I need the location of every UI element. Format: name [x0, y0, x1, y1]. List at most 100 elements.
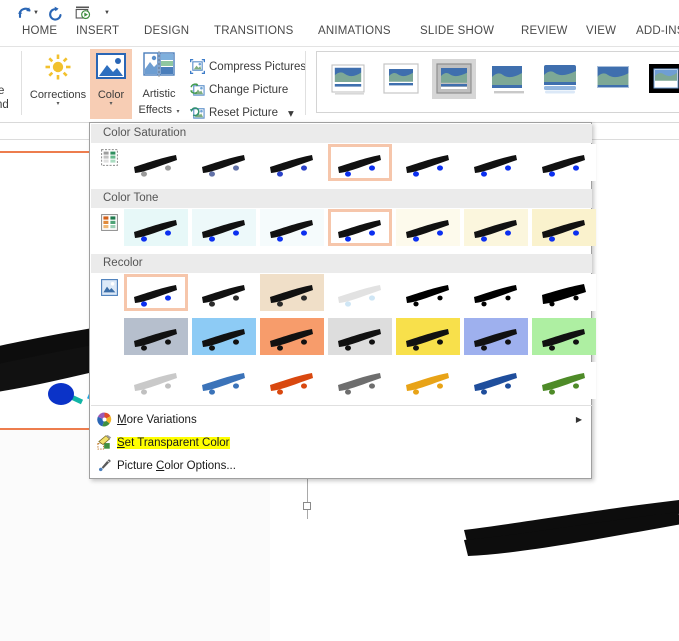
skateboard-thumbnail-icon	[260, 209, 324, 246]
tab-add-ins[interactable]: ADD-INS	[636, 25, 679, 47]
picture-style-thumbnail-icon	[538, 59, 582, 99]
picture-style-beveled-matte-white[interactable]	[379, 59, 423, 99]
color-tone-thumb-3-selected[interactable]	[328, 209, 392, 246]
picture-style-soft-edge-rectangle[interactable]	[591, 59, 635, 99]
tab-slide-show[interactable]: SLIDE SHOW	[420, 25, 494, 47]
change-picture-button[interactable]: Change Picture	[190, 79, 288, 100]
skateboard-picture-2[interactable]	[464, 500, 679, 560]
picture-color-options-icon	[91, 458, 117, 473]
color-caret-icon[interactable]: ▾	[90, 101, 132, 108]
more-variations-label: More Variations	[117, 414, 197, 426]
recolor-thumb-bluegray-dark[interactable]	[124, 362, 188, 399]
tab-design[interactable]: DESIGN	[144, 25, 189, 47]
remove-background-label-line1[interactable]: e	[0, 85, 4, 97]
skateboard-thumbnail-icon	[124, 209, 188, 246]
skateboard-thumbnail-icon	[464, 362, 528, 399]
color-tone-thumb-1[interactable]	[192, 209, 256, 246]
color-tone-header: Color Tone	[91, 189, 592, 208]
recolor-thumb-orange-accent2-dark[interactable]	[260, 362, 324, 399]
color-dropdown-menu[interactable]: Color Saturation	[89, 122, 592, 479]
undo-dropdown-arrow[interactable]: ▼	[33, 10, 39, 16]
recolor-thumb-green-accent6-light[interactable]	[532, 318, 596, 355]
tab-insert[interactable]: INSERT	[76, 25, 119, 47]
color-button[interactable]: Color ▾	[90, 49, 132, 119]
recolor-thumb-washout[interactable]	[328, 274, 392, 311]
skateboard-thumbnail-icon	[532, 362, 596, 399]
compress-pictures-icon	[190, 59, 205, 74]
picture-style-drop-shadow-rectangle[interactable]	[485, 59, 529, 99]
corrections-caret-icon[interactable]: ▾	[26, 101, 90, 108]
picture-style-reflected-rounded-rectangle[interactable]	[538, 59, 582, 99]
recolor-thumb-gray-accent3-light[interactable]	[328, 318, 392, 355]
reset-picture-caret-icon[interactable]: ▾	[288, 106, 294, 120]
tab-home[interactable]: HOME	[22, 25, 57, 47]
color-saturation-thumb-6[interactable]	[532, 144, 596, 181]
more-variations-submenu-arrow[interactable]: ▶	[576, 415, 582, 424]
color-saturation-thumb-0[interactable]	[124, 144, 188, 181]
recolor-thumb-black-white-25[interactable]	[396, 274, 460, 311]
color-saturation-thumb-5[interactable]	[464, 144, 528, 181]
skateboard-thumbnail-icon	[192, 144, 256, 181]
recolor-thumb-green-accent6-dark[interactable]	[532, 362, 596, 399]
picture-style-simple-frame-white[interactable]	[326, 59, 370, 99]
recolor-thumb-gold-accent4-light[interactable]	[396, 318, 460, 355]
set-transparent-color-menu-item[interactable]: Set Transparent Color	[91, 431, 592, 454]
color-saturation-thumb-4[interactable]	[396, 144, 460, 181]
artistic-effects-label-line2: Effects	[139, 104, 172, 116]
color-tone-thumb-4[interactable]	[396, 209, 460, 246]
artistic-effects-caret-icon[interactable]: ▾	[176, 109, 179, 115]
skateboard-thumbnail-icon	[192, 318, 256, 355]
recolor-thumb-black-white-50[interactable]	[464, 274, 528, 311]
compress-pictures-button[interactable]: Compress Pictures	[190, 56, 306, 77]
picture-style-metal-frame[interactable]	[432, 59, 476, 99]
ribbon-separator-2	[305, 51, 306, 115]
tab-view[interactable]: VIEW	[586, 25, 616, 47]
skateboard-thumbnail-icon	[124, 274, 188, 311]
start-from-beginning-button[interactable]	[72, 3, 94, 23]
reset-picture-button[interactable]: Reset Picture ▾	[190, 102, 294, 123]
recolor-thumb-blue-accent1-light[interactable]	[192, 318, 256, 355]
redo-button[interactable]	[44, 3, 66, 23]
recolor-thumb-gray-accent3-dark[interactable]	[328, 362, 392, 399]
picture-style-thick-black-frame[interactable]	[644, 59, 679, 99]
skateboard-thumbnail-icon	[192, 274, 256, 311]
color-tone-thumb-6[interactable]	[532, 209, 596, 246]
tab-transitions[interactable]: TRANSITIONS	[214, 25, 294, 47]
selection-handle[interactable]	[303, 502, 311, 510]
tab-review[interactable]: REVIEW	[521, 25, 568, 47]
skateboard-thumbnail-icon	[260, 274, 324, 311]
color-tone-thumb-5[interactable]	[464, 209, 528, 246]
recolor-thumb-sepia[interactable]	[260, 274, 324, 311]
skateboard-thumbnail-icon	[192, 209, 256, 246]
recolor-thumb-black-white-75[interactable]	[532, 274, 596, 311]
color-tone-thumb-0[interactable]	[124, 209, 188, 246]
more-variations-menu-item[interactable]: More Variations ▶	[91, 408, 592, 431]
recolor-thumb-blue-accent5-light[interactable]	[464, 318, 528, 355]
recolor-thumb-bluegray-light[interactable]	[124, 318, 188, 355]
color-saturation-thumb-3-selected[interactable]	[328, 144, 392, 181]
picture-styles-gallery[interactable]	[316, 51, 679, 113]
change-picture-label: Change Picture	[209, 84, 288, 96]
recolor-thumb-gold-accent4-dark[interactable]	[396, 362, 460, 399]
recolor-thumb-blue-accent1-dark[interactable]	[192, 362, 256, 399]
recolor-thumb-no-recolor-selected[interactable]	[124, 274, 188, 311]
color-saturation-thumb-2[interactable]	[260, 144, 324, 181]
skateboard-thumbnail-icon	[532, 209, 596, 246]
skateboard-thumbnail-icon	[328, 362, 392, 399]
remove-background-label-line2[interactable]: nd	[0, 99, 9, 111]
color-tone-thumb-2[interactable]	[260, 209, 324, 246]
picture-style-thumbnail-icon	[326, 59, 370, 99]
picture-color-icon	[94, 52, 128, 82]
artistic-effects-button[interactable]: Artistic Effects ▾	[132, 49, 186, 119]
transparent-color-icon	[91, 435, 117, 450]
tab-animations[interactable]: ANIMATIONS	[318, 25, 391, 47]
skateboard-thumbnail-icon	[260, 362, 324, 399]
color-label: Color	[90, 89, 132, 101]
recolor-thumb-grayscale[interactable]	[192, 274, 256, 311]
recolor-thumb-orange-accent2-light[interactable]	[260, 318, 324, 355]
color-saturation-thumb-1[interactable]	[192, 144, 256, 181]
customize-quick-access-toolbar[interactable]: ▼	[104, 10, 110, 16]
recolor-thumb-blue-accent5-dark[interactable]	[464, 362, 528, 399]
picture-color-options-menu-item[interactable]: Picture Color Options...	[91, 454, 592, 477]
corrections-button[interactable]: Corrections ▾	[26, 49, 90, 119]
